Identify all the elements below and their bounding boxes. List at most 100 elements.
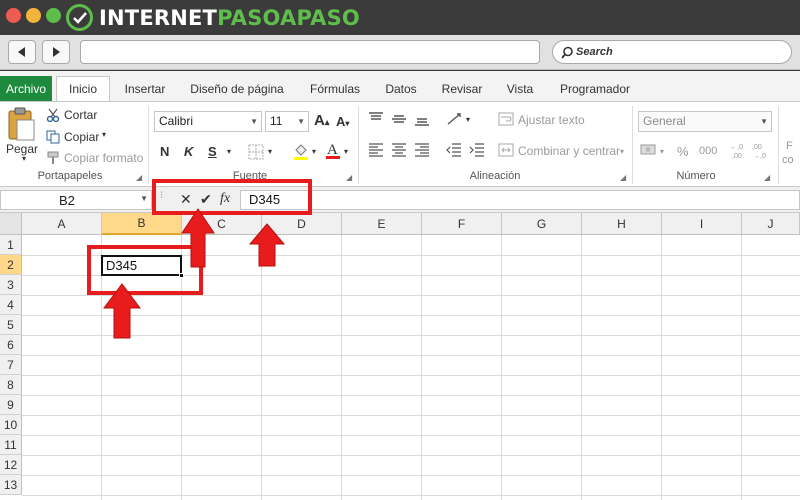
column-header-f[interactable]: F bbox=[422, 213, 502, 235]
forward-button[interactable] bbox=[42, 40, 70, 64]
currency-icon[interactable] bbox=[640, 142, 658, 158]
decrease-indent-icon[interactable] bbox=[446, 143, 462, 157]
row-header-11[interactable]: 11 bbox=[0, 435, 22, 455]
group-separator bbox=[358, 106, 359, 184]
forward-arrow-icon bbox=[53, 47, 60, 57]
font-launcher-icon[interactable]: ◢ bbox=[346, 173, 352, 182]
tab-vista[interactable]: Vista bbox=[500, 77, 540, 101]
column-header-e[interactable]: E bbox=[342, 213, 422, 235]
row-header-10[interactable]: 10 bbox=[0, 415, 22, 435]
row-header-3[interactable]: 3 bbox=[0, 275, 22, 295]
percent-button[interactable]: % bbox=[677, 144, 689, 159]
tab-insertar[interactable]: Insertar bbox=[118, 77, 172, 101]
row-header-7[interactable]: 7 bbox=[0, 355, 22, 375]
close-window-button[interactable] bbox=[6, 8, 21, 23]
align-right-icon[interactable] bbox=[414, 143, 430, 157]
grow-font-icon[interactable]: A▴ bbox=[314, 112, 329, 129]
borders-dropdown-icon[interactable]: ▾ bbox=[268, 147, 272, 156]
gridline bbox=[501, 235, 502, 500]
row-header-12[interactable]: 12 bbox=[0, 455, 22, 475]
paste-dropdown-icon[interactable]: ▾ bbox=[22, 154, 26, 163]
url-input[interactable] bbox=[80, 40, 540, 64]
maximize-window-button[interactable] bbox=[46, 8, 61, 23]
align-bottom-icon[interactable] bbox=[414, 112, 430, 126]
bold-button[interactable]: N bbox=[160, 144, 169, 159]
name-box[interactable]: B2 ▼ bbox=[0, 190, 152, 210]
logo-text-internet: INTERNET bbox=[99, 5, 218, 30]
alignment-launcher-icon[interactable]: ◢ bbox=[620, 173, 626, 182]
align-top-icon[interactable] bbox=[368, 112, 384, 126]
column-header-a[interactable]: A bbox=[22, 213, 102, 235]
row-header-5[interactable]: 5 bbox=[0, 315, 22, 335]
row-header-1[interactable]: 1 bbox=[0, 235, 22, 255]
wrap-text-icon bbox=[498, 112, 514, 126]
font-color-icon[interactable]: A bbox=[324, 141, 342, 161]
borders-icon[interactable] bbox=[248, 144, 264, 160]
orientation-dropdown-icon[interactable]: ▾ bbox=[466, 115, 470, 124]
increase-indent-icon[interactable] bbox=[469, 143, 485, 157]
svg-text:,00: ,00 bbox=[732, 153, 742, 160]
italic-button[interactable]: K bbox=[184, 144, 193, 159]
clipboard-launcher-icon[interactable]: ◢ bbox=[136, 173, 142, 182]
formula-input[interactable]: D345 bbox=[240, 190, 800, 210]
tab-diseno-pagina[interactable]: Diseño de página bbox=[184, 77, 290, 101]
row-header-9[interactable]: 9 bbox=[0, 395, 22, 415]
back-button[interactable] bbox=[8, 40, 36, 64]
wrap-text-button[interactable]: Ajustar texto bbox=[518, 113, 585, 127]
font-size-select[interactable]: 11 ▼ bbox=[265, 111, 309, 132]
format-painter-button[interactable]: Copiar formato bbox=[64, 151, 143, 165]
gridline bbox=[661, 235, 662, 500]
tab-formulas[interactable]: Fórmulas bbox=[302, 77, 368, 101]
browser-titlebar: INTERNETPASOAPASO bbox=[0, 0, 800, 35]
svg-text:←,0: ←,0 bbox=[730, 144, 743, 151]
chevron-down-icon[interactable]: ▼ bbox=[140, 194, 148, 203]
tab-archivo[interactable]: Archivo bbox=[0, 76, 52, 101]
increase-decimal-icon[interactable]: ←,0,00 bbox=[730, 141, 750, 161]
row-header-2[interactable]: 2 bbox=[0, 255, 22, 275]
alignment-group-label: Alineación bbox=[469, 170, 521, 182]
number-format-select[interactable]: General ▼ bbox=[638, 111, 772, 132]
merge-center-button[interactable]: Combinar y centrar bbox=[518, 144, 620, 158]
underline-button[interactable]: S bbox=[208, 144, 217, 159]
fill-color-dropdown-icon[interactable]: ▾ bbox=[312, 147, 316, 156]
underline-dropdown-icon[interactable]: ▾ bbox=[227, 147, 231, 156]
paste-icon[interactable] bbox=[6, 106, 36, 142]
chevron-down-icon: ▼ bbox=[297, 117, 305, 126]
cut-button[interactable]: Cortar bbox=[64, 108, 97, 122]
copy-dropdown-icon[interactable]: ▾ bbox=[102, 130, 106, 139]
decrease-decimal-icon[interactable]: ,00 →,0 bbox=[752, 141, 772, 161]
font-family-select[interactable]: Calibri ▼ bbox=[154, 111, 262, 132]
column-header-j[interactable]: J bbox=[742, 213, 800, 235]
shrink-font-icon[interactable]: A▾ bbox=[336, 114, 349, 129]
browser-search-input[interactable]: Search bbox=[552, 40, 792, 64]
red-arrow-up-icon bbox=[181, 208, 215, 268]
group-separator bbox=[778, 106, 779, 184]
column-header-h[interactable]: H bbox=[582, 213, 662, 235]
merge-dropdown-icon[interactable]: ▾ bbox=[620, 147, 624, 156]
tab-revisar[interactable]: Revisar bbox=[436, 77, 488, 101]
align-left-icon[interactable] bbox=[368, 143, 384, 157]
tab-programador[interactable]: Programador bbox=[552, 77, 638, 101]
fill-color-icon[interactable] bbox=[292, 142, 310, 160]
copy-button[interactable]: Copiar bbox=[64, 130, 99, 144]
column-header-b[interactable]: B bbox=[102, 213, 182, 235]
number-launcher-icon[interactable]: ◢ bbox=[764, 173, 770, 182]
tab-inicio[interactable]: Inicio bbox=[56, 76, 110, 101]
column-header-g[interactable]: G bbox=[502, 213, 582, 235]
gridline bbox=[741, 235, 742, 500]
row-header-6[interactable]: 6 bbox=[0, 335, 22, 355]
select-all-corner[interactable] bbox=[0, 213, 22, 235]
minimize-window-button[interactable] bbox=[26, 8, 41, 23]
font-family-value: Calibri bbox=[159, 114, 194, 128]
font-color-dropdown-icon[interactable]: ▾ bbox=[344, 147, 348, 156]
align-middle-icon[interactable] bbox=[391, 112, 407, 126]
column-header-i[interactable]: I bbox=[662, 213, 742, 235]
orientation-icon[interactable] bbox=[446, 111, 464, 127]
row-header-4[interactable]: 4 bbox=[0, 295, 22, 315]
align-center-icon[interactable] bbox=[391, 143, 407, 157]
tab-datos[interactable]: Datos bbox=[378, 77, 424, 101]
currency-dropdown-icon[interactable]: ▾ bbox=[660, 147, 664, 156]
row-header-13[interactable]: 13 bbox=[0, 475, 22, 495]
thousands-button[interactable]: 000 bbox=[699, 145, 717, 157]
row-header-8[interactable]: 8 bbox=[0, 375, 22, 395]
